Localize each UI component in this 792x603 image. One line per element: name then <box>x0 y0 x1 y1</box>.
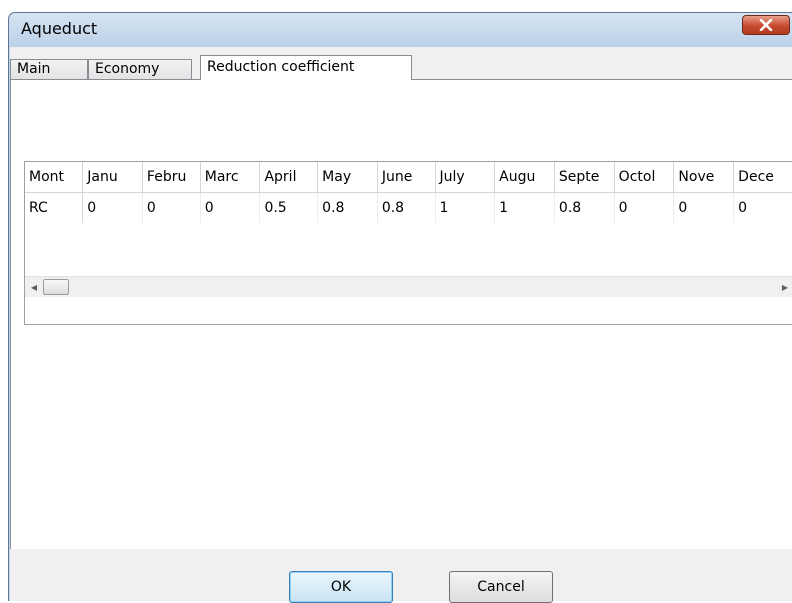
cancel-button[interactable]: Cancel <box>449 571 553 603</box>
column-header-march[interactable]: Marc <box>200 162 261 193</box>
table-cell[interactable]: 0.5 <box>259 192 319 223</box>
column-header-april[interactable]: April <box>259 162 319 193</box>
column-header-november[interactable]: Nove <box>673 162 735 193</box>
dialog-footer: OK Cancel <box>10 549 792 603</box>
table-cell[interactable]: 0.8 <box>377 192 436 223</box>
column-header-month[interactable]: Mont <box>25 162 84 193</box>
table-cell[interactable]: 0 <box>200 192 261 223</box>
column-header-september[interactable]: Septe <box>554 162 615 193</box>
reduction-coefficient-grid[interactable]: Mont Janu Febru Marc April May June July… <box>24 161 792 325</box>
data-table: Mont Janu Febru Marc April May June July… <box>25 162 792 223</box>
table-cell[interactable]: 0.8 <box>554 192 615 223</box>
scroll-thumb[interactable] <box>43 279 69 295</box>
column-header-october[interactable]: Octol <box>614 162 675 193</box>
dialog-window: Aqueduct Main Economy Reduction coeffici… <box>8 12 792 603</box>
column-header-may[interactable]: May <box>317 162 378 193</box>
table-cell[interactable]: 0 <box>142 192 201 223</box>
window-title: Aqueduct <box>21 19 98 38</box>
title-bar[interactable]: Aqueduct <box>9 13 792 47</box>
column-header-december[interactable]: Dece <box>733 162 792 193</box>
column-header-july[interactable]: July <box>435 162 496 193</box>
table-row: RC 0 0 0 0.5 0.8 0.8 1 1 0.8 0 0 0 <box>25 192 792 223</box>
tab-economy[interactable]: Economy <box>88 59 192 79</box>
table-cell[interactable]: 0 <box>614 192 675 223</box>
scroll-right-icon[interactable]: ▶ <box>776 277 792 297</box>
table-cell[interactable]: 1 <box>435 192 496 223</box>
close-button[interactable] <box>742 15 790 35</box>
horizontal-scrollbar[interactable]: ◀ ▶ <box>25 276 792 297</box>
tab-main[interactable]: Main <box>10 59 88 79</box>
close-icon <box>759 19 773 31</box>
column-header-june[interactable]: June <box>377 162 436 193</box>
scroll-left-icon[interactable]: ◀ <box>25 277 43 297</box>
ok-button[interactable]: OK <box>289 571 393 603</box>
tab-strip: Main Economy Reduction coefficient <box>10 47 792 80</box>
column-header-february[interactable]: Febru <box>142 162 201 193</box>
table-cell[interactable]: 0 <box>673 192 735 223</box>
row-header-rc[interactable]: RC <box>25 192 84 223</box>
table-cell[interactable]: 1 <box>494 192 555 223</box>
column-header-august[interactable]: Augu <box>494 162 555 193</box>
table-cell[interactable]: 0 <box>82 192 143 223</box>
tab-reduction-coefficient[interactable]: Reduction coefficient <box>200 55 412 80</box>
header-row: Mont Janu Febru Marc April May June July… <box>25 162 792 193</box>
table-cell[interactable]: 0.8 <box>317 192 378 223</box>
client-area: Main Economy Reduction coefficient Mont … <box>10 47 792 603</box>
column-header-january[interactable]: Janu <box>82 162 143 193</box>
table-cell[interactable]: 0 <box>733 192 792 223</box>
